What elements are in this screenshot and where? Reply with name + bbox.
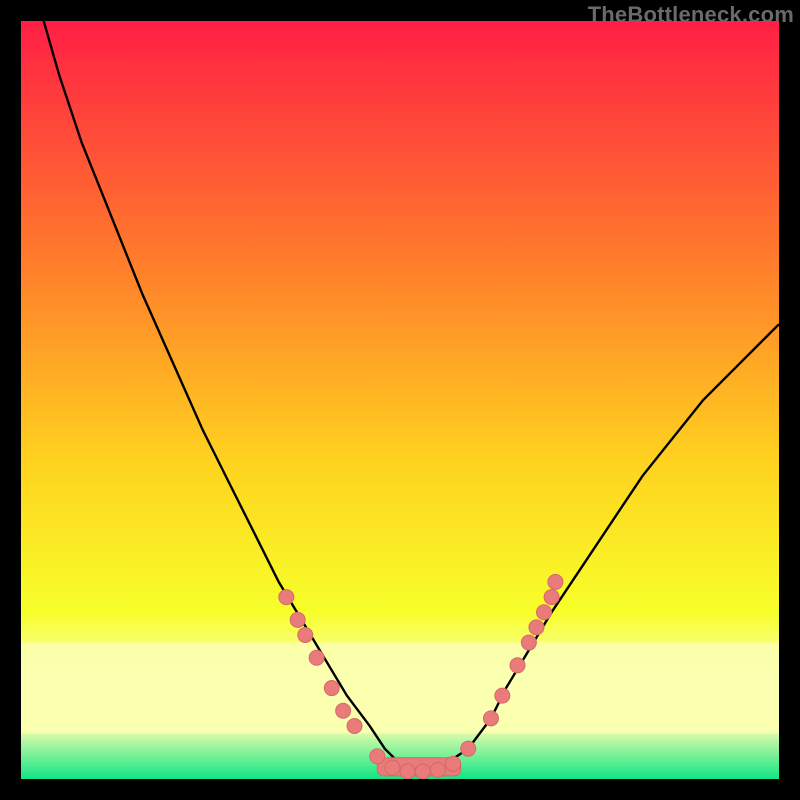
curve-marker xyxy=(446,756,461,771)
curve-marker xyxy=(529,620,544,635)
pale-yellow-band xyxy=(21,643,779,734)
chart-frame xyxy=(21,21,779,779)
curve-marker xyxy=(548,574,563,589)
curve-marker xyxy=(309,650,324,665)
curve-marker xyxy=(430,762,445,777)
curve-marker xyxy=(521,635,536,650)
curve-marker xyxy=(385,760,400,775)
curve-marker xyxy=(347,718,362,733)
curve-marker xyxy=(415,764,430,779)
watermark-text: TheBottleneck.com xyxy=(588,2,794,28)
curve-marker xyxy=(483,711,498,726)
curve-marker xyxy=(279,590,294,605)
curve-marker xyxy=(290,612,305,627)
curve-marker xyxy=(336,703,351,718)
curve-marker xyxy=(370,749,385,764)
curve-marker xyxy=(537,605,552,620)
curve-marker xyxy=(510,658,525,673)
bottleneck-chart xyxy=(21,21,779,779)
curve-marker xyxy=(298,627,313,642)
curve-marker xyxy=(324,681,339,696)
curve-marker xyxy=(400,764,415,779)
curve-marker xyxy=(495,688,510,703)
curve-marker xyxy=(544,590,559,605)
curve-marker xyxy=(461,741,476,756)
